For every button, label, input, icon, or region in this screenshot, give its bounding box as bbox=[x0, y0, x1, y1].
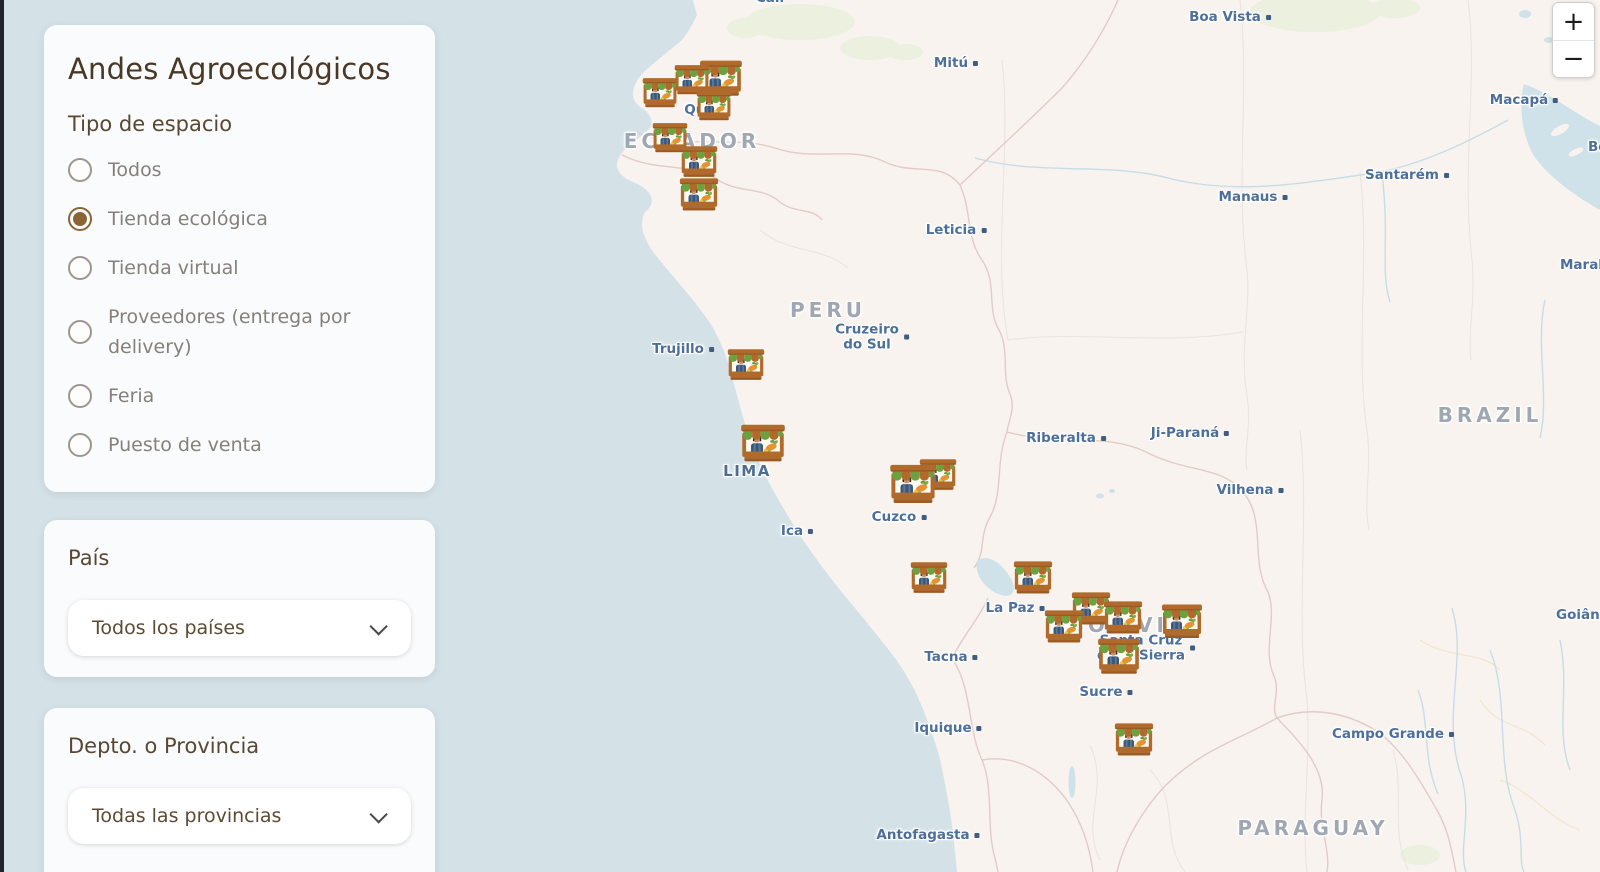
radio-option-label: Feria bbox=[108, 385, 155, 407]
radio-option-proveedores-entrega-por-delivery[interactable]: Proveedores (entrega por delivery) bbox=[68, 302, 411, 362]
market-stall-marker[interactable] bbox=[909, 560, 949, 600]
chevron-down-icon bbox=[369, 804, 388, 824]
market-stall-marker[interactable] bbox=[1043, 608, 1085, 650]
space-type-heading: Tipo de espacio bbox=[68, 112, 233, 136]
map-zoom-control: + − bbox=[1552, 2, 1595, 78]
window-edge bbox=[0, 0, 4, 872]
province-panel: Depto. o Provincia Todas las provincias bbox=[44, 708, 435, 872]
market-stall-marker[interactable] bbox=[1160, 602, 1204, 646]
market-stall-marker[interactable] bbox=[1012, 559, 1054, 601]
country-select-value: Todos los países bbox=[92, 617, 245, 639]
radio-circle-icon[interactable] bbox=[68, 158, 92, 182]
market-stall-icon bbox=[1102, 599, 1144, 641]
market-stall-icon bbox=[1113, 721, 1155, 763]
radio-circle-icon[interactable] bbox=[68, 207, 92, 231]
market-stall-marker[interactable] bbox=[888, 462, 938, 512]
province-select-value: Todas las provincias bbox=[92, 805, 282, 827]
market-stall-icon bbox=[888, 462, 938, 512]
market-stall-icon bbox=[1043, 608, 1085, 650]
market-stall-marker[interactable] bbox=[695, 89, 733, 127]
radio-option-todos[interactable]: Todos bbox=[68, 155, 411, 185]
market-stall-icon bbox=[909, 560, 949, 600]
market-stall-marker[interactable] bbox=[1102, 599, 1144, 641]
radio-option-label: Todos bbox=[108, 159, 162, 181]
market-stall-marker[interactable] bbox=[726, 347, 766, 387]
radio-option-label: Tienda virtual bbox=[108, 257, 239, 279]
zoom-out-button[interactable]: − bbox=[1553, 40, 1594, 77]
country-select[interactable]: Todos los países bbox=[68, 600, 411, 656]
market-stall-marker[interactable] bbox=[1096, 636, 1142, 682]
radio-option-feria[interactable]: Feria bbox=[68, 381, 411, 411]
page-title: Andes Agroecológicos bbox=[68, 52, 391, 86]
province-heading: Depto. o Provincia bbox=[68, 734, 260, 758]
market-stall-marker[interactable] bbox=[1113, 721, 1155, 763]
market-stall-marker[interactable] bbox=[739, 422, 787, 470]
app-window: ECUADORPERUBRAZILBOLIVIAPARAGUAYLIMACali… bbox=[0, 0, 1600, 872]
radio-circle-icon[interactable] bbox=[68, 384, 92, 408]
chevron-down-icon bbox=[369, 616, 388, 636]
radio-option-tienda-ecologica[interactable]: Tienda ecológica bbox=[68, 204, 411, 234]
radio-circle-icon[interactable] bbox=[68, 433, 92, 457]
market-stall-icon bbox=[695, 89, 733, 127]
province-select[interactable]: Todas las provincias bbox=[68, 788, 411, 844]
radio-option-puesto-de-venta[interactable]: Puesto de venta bbox=[68, 430, 411, 460]
radio-option-label: Tienda ecológica bbox=[108, 208, 268, 230]
market-stall-icon bbox=[1012, 559, 1054, 601]
radio-option-label: Puesto de venta bbox=[108, 434, 262, 456]
radio-circle-icon[interactable] bbox=[68, 320, 92, 344]
zoom-in-button[interactable]: + bbox=[1553, 3, 1594, 40]
country-heading: País bbox=[68, 546, 110, 570]
market-stall-icon bbox=[726, 347, 766, 387]
radio-option-tienda-virtual[interactable]: Tienda virtual bbox=[68, 253, 411, 283]
market-stall-icon bbox=[1160, 602, 1204, 646]
radio-option-label: Proveedores (entrega por delivery) bbox=[108, 306, 351, 358]
country-panel: País Todos los países bbox=[44, 520, 435, 677]
market-stall-icon bbox=[678, 176, 720, 218]
filter-panel: Andes Agroecológicos Tipo de espacio Tod… bbox=[44, 25, 435, 492]
radio-circle-icon[interactable] bbox=[68, 256, 92, 280]
market-stall-icon bbox=[739, 422, 787, 470]
market-stall-icon bbox=[1096, 636, 1142, 682]
space-type-radio-group: Todos Tienda ecológica Tienda virtual Prove… bbox=[68, 155, 411, 460]
market-stall-marker[interactable] bbox=[678, 176, 720, 218]
